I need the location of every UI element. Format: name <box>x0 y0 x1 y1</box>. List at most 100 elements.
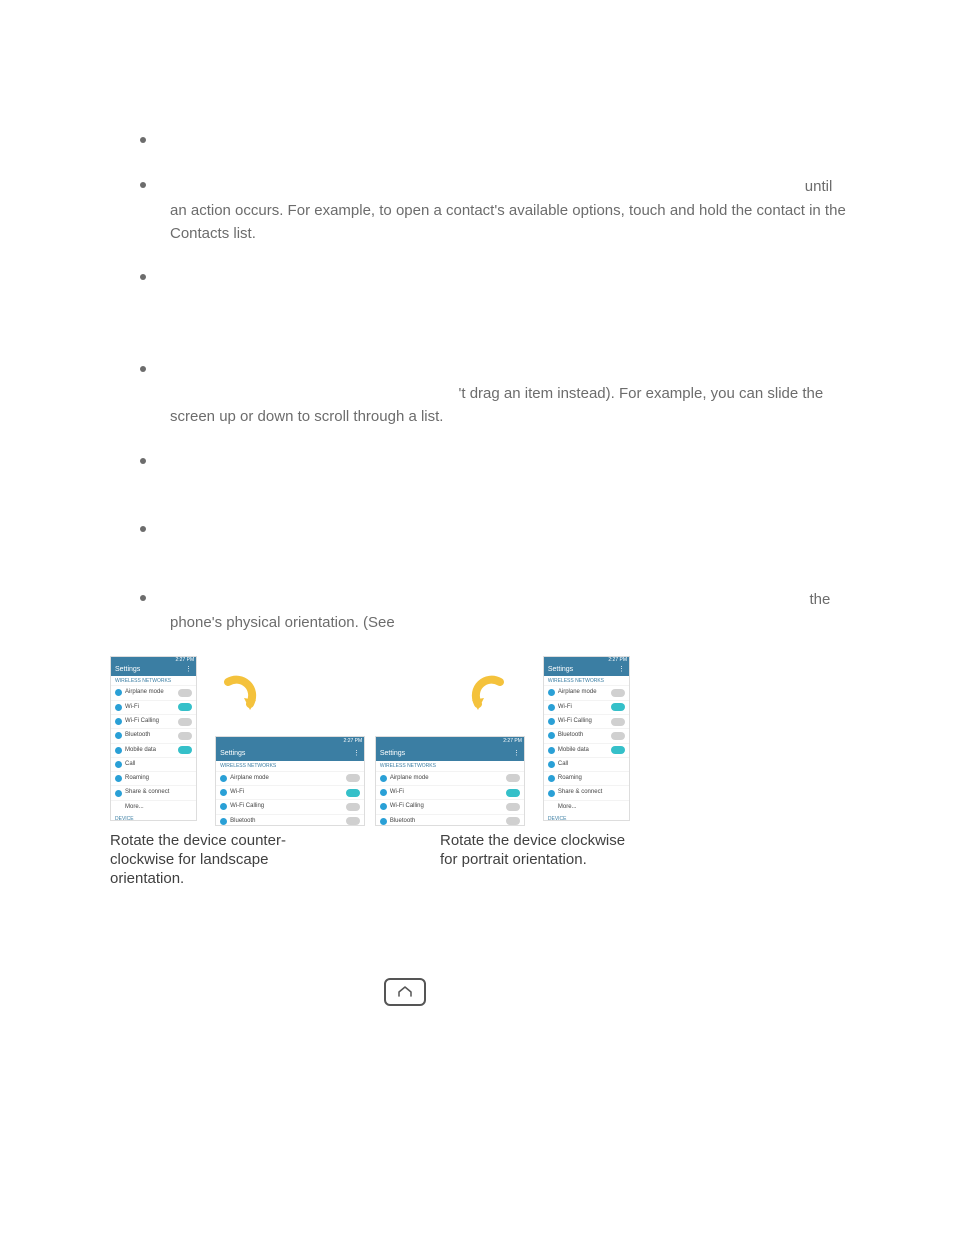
title-text: Settings <box>115 665 140 676</box>
settings-item: Call <box>111 757 196 771</box>
settings-item: Roaming <box>544 771 629 785</box>
settings-item: Call <box>544 757 629 771</box>
item-label: Wi-Fi <box>125 703 139 712</box>
status-time: 2:27 PM <box>344 738 363 746</box>
status-bar: 2:27 PM <box>376 737 524 747</box>
toggle <box>178 718 192 726</box>
item-label: Airplane mode <box>390 774 429 783</box>
caption-right: Rotate the device clockwise for portrait… <box>440 832 630 888</box>
settings-item: Wi-Fi <box>111 700 196 714</box>
phone-portrait-right: 2:27 PM Settings ⋮ WIRELESS NETWORKS Air… <box>543 656 630 821</box>
menu-icon: ⋮ <box>185 665 192 676</box>
status-bar: 2:27 PM <box>111 657 196 665</box>
settings-item: Roaming <box>111 771 196 785</box>
settings-list: Airplane mode Wi-Fi Wi-Fi Calling Bluetooth… <box>544 685 629 814</box>
gesture-swipe: Swipe or slide: To swipe or slide, quick… <box>110 359 846 429</box>
gesture-extra: slide the screen up or down to scroll th… <box>448 408 782 425</box>
settings-item: Wi-Fi Calling <box>376 799 524 813</box>
title-bar: Settings ⋮ <box>216 747 364 761</box>
settings-item: More... <box>111 800 196 814</box>
toggle <box>506 803 520 811</box>
arrow-cw-icon <box>468 674 508 714</box>
setting-icon <box>115 689 122 696</box>
gesture-list: Tap: Tap the screen with your finger to … <box>110 130 846 634</box>
setting-icon <box>380 818 387 825</box>
item-label: Share & connect <box>558 788 602 797</box>
section-wireless: WIRELESS NETWORKS <box>216 761 364 771</box>
setting-icon <box>115 761 122 768</box>
settings-item: Bluetooth <box>376 814 524 825</box>
setting-icon <box>548 747 555 754</box>
title-text: Settings <box>380 749 405 760</box>
page: Tap: Tap the screen with your finger to … <box>0 0 954 1235</box>
setting-icon <box>115 704 122 711</box>
item-label: Wi-Fi Calling <box>558 717 592 726</box>
section-wireless: WIRELESS NETWORKS <box>111 676 196 686</box>
setting-icon <box>548 689 555 696</box>
item-label: Wi-Fi <box>230 788 244 797</box>
caption-left: Rotate the device counter-clockwise for … <box>110 832 330 888</box>
toggle <box>611 746 625 754</box>
item-label: More... <box>558 803 577 812</box>
setting-icon <box>548 732 555 739</box>
settings-item: Share & connect <box>544 785 629 799</box>
gesture-lead: Swipe or slide: <box>170 362 276 379</box>
gesture-tap: Tap: Tap the screen with your finger to … <box>110 130 846 153</box>
settings-item: Mobile data <box>544 743 629 757</box>
item-label: Bluetooth <box>230 817 255 825</box>
title-bar: Settings ⋮ <box>111 665 196 676</box>
item-label: Share & connect <box>125 788 169 797</box>
setting-icon <box>548 718 555 725</box>
item-label: Mobile data <box>558 746 589 755</box>
item-label: Bluetooth <box>558 731 583 740</box>
settings-item: Wi-Fi Calling <box>111 714 196 728</box>
setting-icon <box>220 803 227 810</box>
setting-icon <box>115 747 122 754</box>
gesture-drag: Drag: Touch and hold an item for a momen… <box>110 267 846 337</box>
item-label: Roaming <box>125 774 149 783</box>
settings-item: Wi-Fi <box>216 785 364 799</box>
status-time: 2:27 PM <box>176 657 195 665</box>
setting-icon <box>380 803 387 810</box>
gesture-body: Double-tap to zoom on a webpage or a map… <box>170 454 835 494</box>
toggle <box>346 817 360 825</box>
gesture-lead: Rotate the screen: <box>170 591 301 608</box>
item-label: Wi-Fi Calling <box>230 802 264 811</box>
settings-item: Wi-Fi Calling <box>216 799 364 813</box>
home-key-line: From any application, tap the Home Key t… <box>110 978 846 1006</box>
gesture-lead: Pinch-to-Zoom: <box>170 522 281 539</box>
section-wireless: WIRELESS NETWORKS <box>376 761 524 771</box>
toggle <box>178 689 192 697</box>
captions: Rotate the device counter-clockwise for … <box>110 832 630 888</box>
settings-item: More... <box>544 800 629 814</box>
section-device: DEVICE <box>544 814 629 821</box>
toggle <box>506 817 520 825</box>
toggle <box>506 789 520 797</box>
toggle <box>346 803 360 811</box>
setting-icon <box>115 732 122 739</box>
gesture-pinch: Pinch-to-Zoom: Use your index finger and… <box>110 519 846 566</box>
gesture-lead: Double-tap: <box>170 454 253 471</box>
settings-item: Wi-Fi <box>544 700 629 714</box>
status-bar: 2:27 PM <box>216 737 364 747</box>
setting-icon <box>548 761 555 768</box>
item-label: More... <box>125 803 144 812</box>
section-wireless: WIRELESS NETWORKS <box>544 676 629 686</box>
settings-item: Mobile data <box>111 743 196 757</box>
phone-landscape-left: 2:27 PM Settings ⋮ WIRELESS NETWORKS Air… <box>215 736 365 826</box>
item-label: Call <box>558 760 568 769</box>
status-time: 2:27 PM <box>503 738 522 746</box>
gesture-body: Touch and hold an item on the screen by … <box>289 178 804 195</box>
home-key-icon <box>384 978 426 1006</box>
settings-list: Airplane modeWi-FiWi-Fi CallingBluetooth… <box>216 771 364 825</box>
status-bar: 2:27 PM <box>544 657 629 665</box>
item-label: Wi-Fi Calling <box>125 717 159 726</box>
item-label: Airplane mode <box>558 688 597 697</box>
arrow-ccw-icon <box>220 674 260 714</box>
gesture-rotate: Rotate the screen: From many application… <box>110 588 846 635</box>
setting-icon <box>380 789 387 796</box>
toggle <box>611 703 625 711</box>
toggle <box>178 732 192 740</box>
toggle <box>346 789 360 797</box>
item-label: Wi-Fi <box>390 788 404 797</box>
